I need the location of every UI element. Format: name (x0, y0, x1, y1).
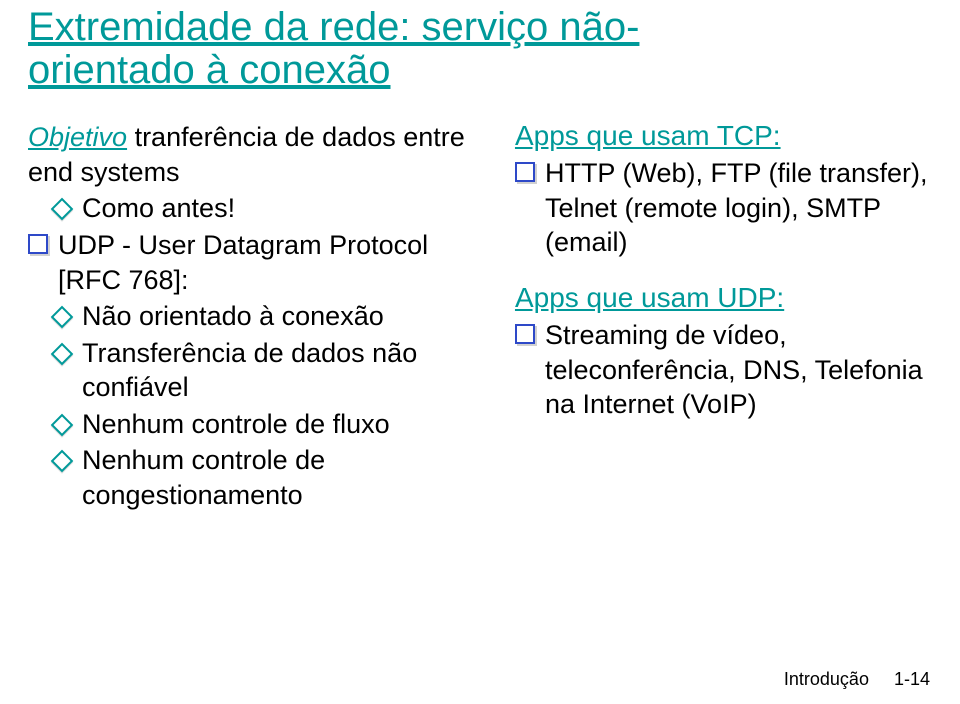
udp-text: UDP - User Datagram Protocol [RFC 768]: (58, 228, 489, 297)
diamond-icon (51, 413, 74, 436)
tcp-apps-text: HTTP (Web), FTP (file transfer), Telnet … (545, 156, 932, 260)
objective-text: Objetivo tranferência de dados entre end… (28, 120, 489, 189)
slide-title: Extremidade da rede: serviço não- orient… (28, 6, 932, 92)
udp-b4-text: Nenhum controle de congestionamento (82, 443, 489, 512)
diamond-icon (51, 306, 74, 329)
udp-row: UDP - User Datagram Protocol [RFC 768]: (28, 228, 489, 297)
diamond-icon (51, 342, 74, 365)
objective-label: Objetivo (28, 122, 127, 152)
footer-label: Introdução (784, 669, 869, 689)
udp-b4-row: Nenhum controle de congestionamento (54, 443, 489, 512)
udp-b1-row: Não orientado à conexão (54, 299, 489, 334)
columns: Objetivo tranferência de dados entre end… (28, 120, 932, 514)
square-icon (28, 234, 48, 254)
square-icon (515, 324, 535, 344)
udp-b1-text: Não orientado à conexão (82, 299, 384, 334)
udp-apps-head: Apps que usam UDP: (515, 282, 932, 314)
right-column: Apps que usam TCP: HTTP (Web), FTP (file… (515, 120, 932, 514)
footer-page: 1-14 (894, 669, 930, 689)
udp-b2-row: Transferência de dados não confiável (54, 336, 489, 405)
udp-b2-text: Transferência de dados não confiável (82, 336, 489, 405)
udp-apps-row: Streaming de vídeo, teleconferência, DNS… (515, 318, 932, 422)
title-line1: Extremidade da rede: serviço não- (28, 5, 639, 49)
square-icon (515, 162, 535, 182)
udp-b3-text: Nenhum controle de fluxo (82, 407, 390, 442)
udp-b3-row: Nenhum controle de fluxo (54, 407, 489, 442)
spacer (515, 262, 932, 282)
como-antes-row: Como antes! (54, 191, 489, 226)
objective-row: Objetivo tranferência de dados entre end… (28, 120, 489, 189)
como-antes-text: Como antes! (82, 191, 235, 226)
diamond-icon (51, 198, 74, 221)
footer: Introdução 1-14 (784, 669, 930, 690)
left-column: Objetivo tranferência de dados entre end… (28, 120, 489, 514)
tcp-apps-row: HTTP (Web), FTP (file transfer), Telnet … (515, 156, 932, 260)
title-line2: orientado à conexão (28, 48, 391, 92)
diamond-icon (51, 450, 74, 473)
udp-apps-text: Streaming de vídeo, teleconferência, DNS… (545, 318, 932, 422)
slide: Extremidade da rede: serviço não- orient… (0, 0, 960, 514)
tcp-apps-head: Apps que usam TCP: (515, 120, 932, 152)
